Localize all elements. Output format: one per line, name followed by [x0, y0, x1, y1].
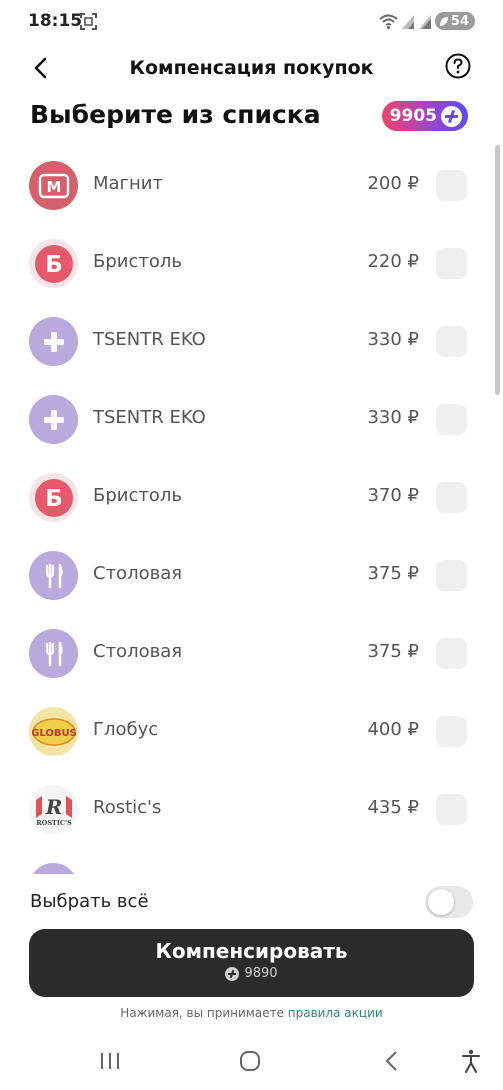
select-all-label: Выбрать всё [30, 891, 149, 912]
list-item[interactable]: TSENTR EKO 330 ₽ [0, 302, 503, 380]
list-item-partial [0, 848, 503, 874]
battery-indicator: 54 [434, 12, 475, 30]
purchase-amount: 370 ₽ [367, 485, 419, 506]
purchase-list: М Магнит 200 ₽ Б Бристоль 220 ₽ TSENTR E… [0, 146, 503, 874]
select-all-toggle[interactable] [425, 886, 473, 918]
purchase-amount: 200 ₽ [367, 173, 419, 194]
recents-icon [101, 1053, 119, 1069]
toggle-knob [428, 889, 454, 915]
merchant-logo [29, 863, 78, 874]
fork-knife-icon [29, 629, 78, 678]
merchant-name: Бристоль [93, 485, 182, 506]
list-item[interactable]: Б Бристоль 370 ₽ [0, 458, 503, 536]
magnit-logo: М [29, 161, 78, 210]
bristol-logo-mark: Б [34, 244, 73, 283]
status-icons: 54 [379, 12, 475, 30]
purchase-checkbox[interactable] [436, 638, 467, 669]
list-item[interactable]: GLOBUS Глобус 400 ₽ [0, 692, 503, 770]
accessibility-button[interactable] [458, 1048, 484, 1074]
purchase-checkbox[interactable] [436, 482, 467, 513]
status-bar: 18:15 54 [0, 0, 503, 44]
purchase-checkbox[interactable] [436, 170, 467, 201]
purchase-amount: 330 ₽ [367, 407, 419, 428]
system-nav-bar [0, 1032, 503, 1090]
rostics-logo-text: ROSTIC'S [36, 819, 72, 827]
list-item[interactable]: М Магнит 200 ₽ [0, 146, 503, 224]
purchase-checkbox[interactable] [436, 794, 467, 825]
list-item[interactable]: Б Бристоль 220 ₽ [0, 224, 503, 302]
purchase-amount: 435 ₽ [367, 797, 419, 818]
bristol-logo: Б [29, 473, 78, 522]
recents-button[interactable] [97, 1048, 123, 1074]
merchant-name: Магнит [93, 173, 163, 194]
list-item[interactable]: Столовая 375 ₽ [0, 536, 503, 614]
purchase-checkbox[interactable] [436, 404, 467, 435]
home-button[interactable] [237, 1048, 263, 1074]
merchant-name: Бристоль [93, 251, 182, 272]
globus-logo: GLOBUS [29, 707, 78, 756]
purchase-amount: 400 ₽ [367, 719, 419, 740]
plus-cross-icon [29, 395, 78, 444]
compensate-button[interactable]: Компенсировать 9890 [29, 929, 474, 997]
compensate-label: Компенсировать [155, 939, 348, 963]
bristol-logo-letter: Б [45, 486, 63, 512]
purchase-amount: 220 ₽ [367, 251, 419, 272]
terms-link[interactable]: правила акции [288, 1006, 383, 1020]
top-app-bar: Компенсация покупок [0, 48, 503, 88]
terms-text: Нажимая, вы принимаете [120, 1006, 288, 1020]
help-icon[interactable] [445, 53, 471, 79]
leaf-icon [439, 16, 448, 26]
purchase-checkbox[interactable] [436, 326, 467, 357]
back-nav-button[interactable] [378, 1048, 404, 1074]
wifi-icon [379, 14, 398, 29]
back-nav-icon [385, 1051, 397, 1071]
compensate-points: 9890 [29, 966, 474, 981]
terms-note: Нажимая, вы принимаете правила акции [0, 1006, 503, 1020]
bristol-logo-mark: Б [34, 478, 73, 517]
merchant-name: Столовая [93, 563, 183, 584]
fork-knife-icon [29, 551, 78, 600]
signal-icon [401, 14, 414, 29]
magnit-logo-mark: М [38, 173, 69, 198]
merchant-name: TSENTR EKO [93, 407, 206, 428]
list-item[interactable]: R ROSTIC'S Rostic's 435 ₽ [0, 770, 503, 848]
plus-points-icon [441, 105, 462, 127]
accessibility-icon [462, 1049, 480, 1073]
merchant-name: Столовая [93, 641, 183, 662]
list-item[interactable]: TSENTR EKO 330 ₽ [0, 380, 503, 458]
merchant-name: Rostic's [93, 797, 162, 818]
battery-level: 54 [450, 13, 469, 29]
magnit-logo-letter: М [46, 178, 61, 196]
globus-logo-text: GLOBUS [32, 728, 76, 739]
points-badge[interactable]: 9905 [381, 101, 468, 131]
purchase-amount: 375 ₽ [367, 641, 419, 662]
merchant-name: TSENTR EKO [93, 329, 206, 350]
list-item[interactable]: Столовая 375 ₽ [0, 614, 503, 692]
bristol-logo-letter: Б [45, 252, 63, 278]
rostics-logo: R ROSTIC'S [29, 785, 78, 834]
page-title: Компенсация покупок [129, 57, 374, 79]
points-balance: 9905 [389, 106, 437, 126]
bristol-logo: Б [29, 239, 78, 288]
screenshot-icon [80, 13, 97, 30]
home-icon [240, 1051, 260, 1071]
signal-icon [418, 14, 431, 29]
purchase-checkbox[interactable] [436, 560, 467, 591]
rostics-logo-letter: R [44, 795, 62, 819]
purchase-checkbox[interactable] [436, 716, 467, 747]
plus-cross-icon [29, 317, 78, 366]
purchase-amount: 375 ₽ [367, 563, 419, 584]
status-time: 18:15 [28, 11, 83, 31]
plus-points-icon [225, 966, 240, 981]
section-title: Выберите из списка [30, 100, 321, 129]
compensate-points-value: 9890 [244, 966, 278, 981]
purchase-amount: 330 ₽ [367, 329, 419, 350]
purchase-checkbox[interactable] [436, 248, 467, 279]
merchant-name: Глобус [93, 719, 159, 740]
